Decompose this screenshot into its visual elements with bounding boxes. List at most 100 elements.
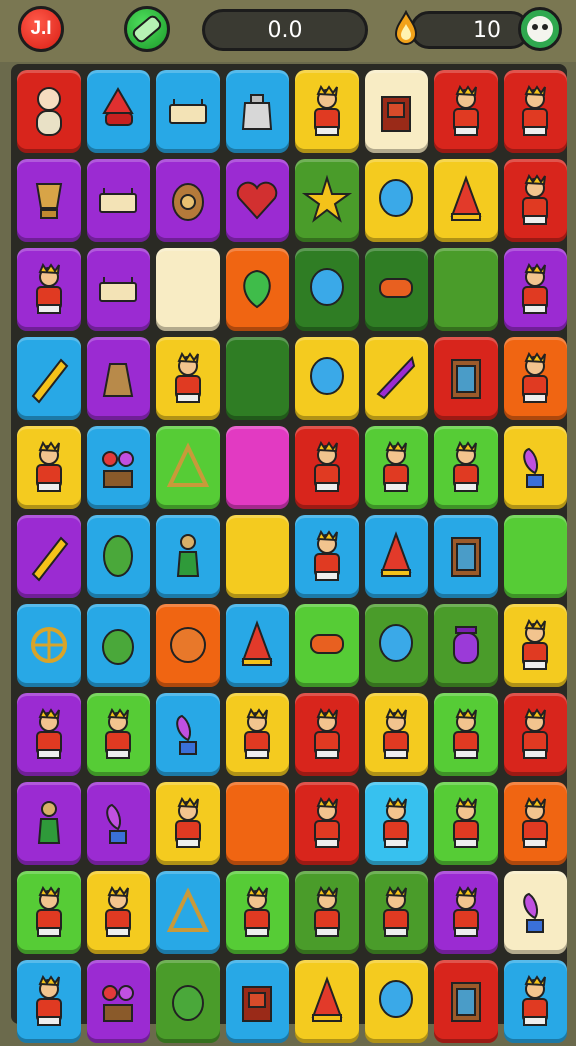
- mascot-avatar-icon[interactable]: [518, 7, 562, 51]
- tile[interactable]: [295, 693, 359, 776]
- tile[interactable]: [225, 782, 289, 865]
- tile[interactable]: [503, 693, 567, 776]
- tile[interactable]: [503, 159, 567, 242]
- tile[interactable]: [295, 782, 359, 865]
- tile[interactable]: [434, 515, 498, 598]
- tile[interactable]: [503, 426, 567, 509]
- tile[interactable]: [17, 248, 81, 331]
- capsule-button[interactable]: [124, 6, 170, 52]
- tile[interactable]: [295, 960, 359, 1043]
- tile[interactable]: [156, 337, 220, 420]
- tile[interactable]: [364, 693, 428, 776]
- menu-button[interactable]: J.I: [18, 6, 64, 52]
- tile[interactable]: [17, 426, 81, 509]
- person-icon: [452, 885, 479, 937]
- tile[interactable]: [86, 248, 150, 331]
- tile[interactable]: [434, 426, 498, 509]
- tile[interactable]: [156, 426, 220, 509]
- tile[interactable]: [17, 70, 81, 153]
- tile[interactable]: [86, 604, 150, 687]
- tile[interactable]: [364, 159, 428, 242]
- tile[interactable]: [503, 515, 567, 598]
- tile[interactable]: [434, 337, 498, 420]
- tile[interactable]: [434, 960, 498, 1043]
- tile[interactable]: [503, 337, 567, 420]
- tile[interactable]: [225, 871, 289, 954]
- tile[interactable]: [225, 693, 289, 776]
- tile[interactable]: [364, 515, 428, 598]
- tile[interactable]: [364, 70, 428, 153]
- tile[interactable]: [434, 693, 498, 776]
- tile[interactable]: [225, 337, 289, 420]
- tile[interactable]: [156, 960, 220, 1043]
- tile[interactable]: [17, 782, 81, 865]
- person-icon: [522, 262, 549, 314]
- tile[interactable]: [17, 515, 81, 598]
- tile[interactable]: [17, 337, 81, 420]
- tile[interactable]: [364, 782, 428, 865]
- tile[interactable]: [156, 248, 220, 331]
- tile[interactable]: [364, 604, 428, 687]
- tile[interactable]: [364, 337, 428, 420]
- tile[interactable]: [225, 515, 289, 598]
- tile[interactable]: [295, 337, 359, 420]
- tile[interactable]: [503, 604, 567, 687]
- tile[interactable]: [364, 426, 428, 509]
- tile[interactable]: [503, 70, 567, 153]
- tile[interactable]: [156, 693, 220, 776]
- tile[interactable]: [156, 871, 220, 954]
- tile[interactable]: [156, 604, 220, 687]
- tile[interactable]: [434, 159, 498, 242]
- tile[interactable]: [17, 693, 81, 776]
- tile[interactable]: [295, 515, 359, 598]
- tile[interactable]: [156, 159, 220, 242]
- tile[interactable]: [86, 515, 150, 598]
- cone-icon: [241, 619, 273, 666]
- tile[interactable]: [503, 782, 567, 865]
- fruit-icon: [171, 984, 204, 1021]
- tile[interactable]: [295, 871, 359, 954]
- tile[interactable]: [434, 871, 498, 954]
- tile[interactable]: [434, 248, 498, 331]
- tile[interactable]: [434, 70, 498, 153]
- tile[interactable]: [86, 693, 150, 776]
- tile[interactable]: [434, 604, 498, 687]
- tile[interactable]: [86, 960, 150, 1043]
- tile[interactable]: [86, 70, 150, 153]
- tile[interactable]: [295, 426, 359, 509]
- tile[interactable]: [295, 70, 359, 153]
- tile[interactable]: [503, 871, 567, 954]
- tile[interactable]: [503, 248, 567, 331]
- tile[interactable]: [295, 604, 359, 687]
- tile[interactable]: [86, 337, 150, 420]
- tile[interactable]: [503, 960, 567, 1043]
- tile[interactable]: [225, 248, 289, 331]
- tile[interactable]: [225, 70, 289, 153]
- tile[interactable]: [17, 159, 81, 242]
- tile[interactable]: [86, 159, 150, 242]
- person-icon: [174, 796, 201, 848]
- tile[interactable]: [364, 248, 428, 331]
- tile[interactable]: [156, 782, 220, 865]
- person-icon: [522, 173, 549, 225]
- tile[interactable]: [17, 871, 81, 954]
- flame-drop-icon: [394, 10, 418, 45]
- flowers-icon: [102, 450, 135, 488]
- tile[interactable]: [86, 782, 150, 865]
- tile[interactable]: [86, 426, 150, 509]
- tile[interactable]: [225, 426, 289, 509]
- tile[interactable]: [364, 871, 428, 954]
- tile[interactable]: [225, 159, 289, 242]
- tile[interactable]: [295, 159, 359, 242]
- tile[interactable]: [86, 871, 150, 954]
- tile[interactable]: [225, 604, 289, 687]
- tile[interactable]: [17, 604, 81, 687]
- tile[interactable]: [295, 248, 359, 331]
- tile[interactable]: [364, 960, 428, 1043]
- pencil-icon: [31, 535, 69, 582]
- tile[interactable]: [434, 782, 498, 865]
- tile[interactable]: [156, 515, 220, 598]
- tile[interactable]: [225, 960, 289, 1043]
- tile[interactable]: [17, 960, 81, 1043]
- tile[interactable]: [156, 70, 220, 153]
